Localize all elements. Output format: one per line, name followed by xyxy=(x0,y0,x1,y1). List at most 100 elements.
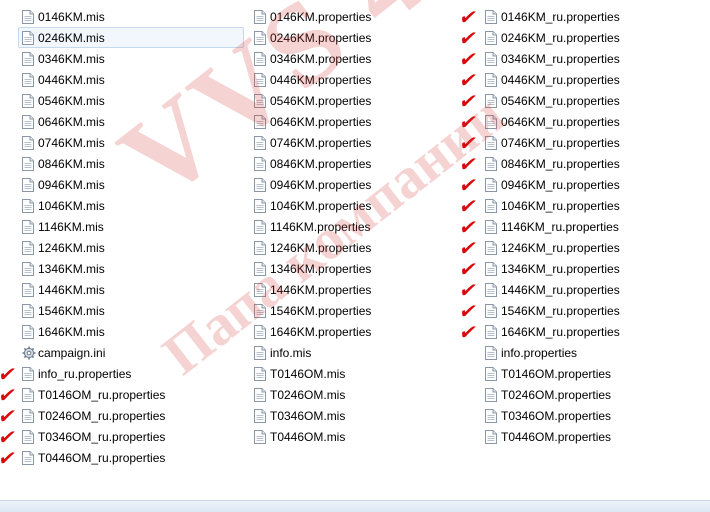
file-item[interactable]: T0446OM_ru.properties ✔ xyxy=(0,446,244,470)
file-item[interactable]: 0246KM.properties xyxy=(250,27,476,48)
file-item[interactable]: 0346KM_ru.properties ✔ xyxy=(457,47,707,71)
file-item[interactable]: campaign.ini xyxy=(18,342,244,363)
file-item[interactable]: 1246KM.properties xyxy=(250,237,476,258)
document-file-icon xyxy=(254,177,266,192)
file-item[interactable]: 1146KM.mis xyxy=(18,216,244,237)
file-item[interactable]: 0746KM.properties xyxy=(250,132,476,153)
document-file-icon xyxy=(485,324,497,339)
file-item[interactable]: 0846KM.properties xyxy=(250,153,476,174)
file-name: 1046KM.properties xyxy=(270,198,372,213)
file-name: 0146KM_ru.properties xyxy=(501,9,620,24)
document-file-icon xyxy=(485,156,497,171)
file-item[interactable]: 1346KM_ru.properties ✔ xyxy=(457,257,707,281)
file-item[interactable]: T0446OM.mis xyxy=(250,426,476,447)
file-item[interactable]: T0246OM_ru.properties ✔ xyxy=(0,404,244,428)
file-item[interactable]: 0146KM.properties xyxy=(250,6,476,27)
file-item[interactable]: 0246KM_ru.properties ✔ xyxy=(457,26,707,50)
file-item[interactable]: 0746KM_ru.properties ✔ xyxy=(457,131,707,155)
file-item[interactable]: 1546KM.properties xyxy=(250,300,476,321)
red-checkmark-icon: ✔ xyxy=(0,362,19,386)
file-item[interactable]: 0946KM_ru.properties ✔ xyxy=(457,173,707,197)
document-file-icon xyxy=(254,345,266,360)
file-item[interactable]: 0646KM_ru.properties ✔ xyxy=(457,110,707,134)
file-name: 0346KM.properties xyxy=(270,51,372,66)
file-item[interactable]: T0146OM.mis xyxy=(250,363,476,384)
document-file-icon xyxy=(22,177,34,192)
file-item[interactable]: 0146KM_ru.properties ✔ xyxy=(457,5,707,29)
red-checkmark-icon: ✔ xyxy=(457,152,480,176)
file-item[interactable]: 0546KM.properties xyxy=(250,90,476,111)
file-item[interactable]: T0346OM.properties xyxy=(481,405,707,426)
document-file-icon xyxy=(22,51,34,66)
document-file-icon xyxy=(485,261,497,276)
file-item[interactable]: 0946KM.properties xyxy=(250,174,476,195)
file-name: 0446KM.mis xyxy=(38,72,105,87)
file-item[interactable]: 1146KM.properties xyxy=(250,216,476,237)
file-item[interactable]: 1046KM.mis xyxy=(18,195,244,216)
file-name: 0146KM.mis xyxy=(38,9,105,24)
file-item[interactable]: info_ru.properties ✔ xyxy=(0,362,244,386)
file-item[interactable]: 1146KM_ru.properties ✔ xyxy=(457,215,707,239)
file-name: 1546KM.mis xyxy=(38,303,105,318)
file-name: 0546KM_ru.properties xyxy=(501,93,620,108)
file-item[interactable]: T0246OM.properties xyxy=(481,384,707,405)
file-item[interactable]: 0346KM.mis xyxy=(18,48,244,69)
file-item[interactable]: 1546KM_ru.properties ✔ xyxy=(457,299,707,323)
file-item[interactable]: info.mis xyxy=(250,342,476,363)
document-file-icon xyxy=(22,408,34,423)
file-item[interactable]: 1646KM_ru.properties ✔ xyxy=(457,320,707,344)
file-item[interactable]: T0446OM.properties xyxy=(481,426,707,447)
file-item[interactable]: 1446KM.mis xyxy=(18,279,244,300)
file-item[interactable]: 0846KM.mis xyxy=(18,153,244,174)
file-item[interactable]: 1646KM.properties xyxy=(250,321,476,342)
document-file-icon xyxy=(22,240,34,255)
settings-file-icon xyxy=(22,346,36,360)
file-item[interactable]: T0146OM.properties xyxy=(481,363,707,384)
document-file-icon xyxy=(485,30,497,45)
file-item[interactable]: 0246KM.mis xyxy=(18,27,244,48)
file-item[interactable]: 1346KM.properties xyxy=(250,258,476,279)
document-file-icon xyxy=(485,93,497,108)
file-item[interactable]: 1646KM.mis xyxy=(18,321,244,342)
file-column-3: 0146KM_ru.properties ✔ 0246KM_ru.propertie… xyxy=(457,5,707,447)
document-file-icon xyxy=(254,30,266,45)
file-name: info.properties xyxy=(501,345,578,360)
file-name: 1346KM.properties xyxy=(270,261,372,276)
file-item[interactable]: 0446KM_ru.properties ✔ xyxy=(457,68,707,92)
file-name: T0246OM.properties xyxy=(501,387,612,402)
file-item[interactable]: T0346OM.mis xyxy=(250,405,476,426)
document-file-icon xyxy=(485,177,497,192)
file-item[interactable]: 0646KM.mis xyxy=(18,111,244,132)
document-file-icon xyxy=(485,51,497,66)
file-item[interactable]: T0346OM_ru.properties ✔ xyxy=(0,425,244,449)
file-item[interactable]: 1446KM_ru.properties ✔ xyxy=(457,278,707,302)
file-item[interactable]: 1246KM_ru.properties ✔ xyxy=(457,236,707,260)
file-name: 0846KM.properties xyxy=(270,156,372,171)
file-item[interactable]: 1046KM.properties xyxy=(250,195,476,216)
file-item[interactable]: 0346KM.properties xyxy=(250,48,476,69)
file-item[interactable]: 1446KM.properties xyxy=(250,279,476,300)
file-item[interactable]: 1046KM_ru.properties ✔ xyxy=(457,194,707,218)
document-file-icon xyxy=(485,282,497,297)
file-item[interactable]: 1346KM.mis xyxy=(18,258,244,279)
file-item[interactable]: 1546KM.mis xyxy=(18,300,244,321)
file-item[interactable]: 0546KM.mis xyxy=(18,90,244,111)
file-item[interactable]: 0446KM.properties xyxy=(250,69,476,90)
file-item[interactable]: 0146KM.mis xyxy=(18,6,244,27)
file-item[interactable]: 1246KM.mis xyxy=(18,237,244,258)
document-file-icon xyxy=(485,408,497,423)
file-item[interactable]: info.properties xyxy=(481,342,707,363)
document-file-icon xyxy=(485,366,497,381)
file-item[interactable]: T0146OM_ru.properties ✔ xyxy=(0,383,244,407)
file-item[interactable]: 0846KM_ru.properties ✔ xyxy=(457,152,707,176)
document-file-icon xyxy=(22,261,34,276)
file-item[interactable]: 0946KM.mis xyxy=(18,174,244,195)
file-item[interactable]: 0446KM.mis xyxy=(18,69,244,90)
file-item[interactable]: 0746KM.mis xyxy=(18,132,244,153)
file-item[interactable]: 0546KM_ru.properties ✔ xyxy=(457,89,707,113)
file-item[interactable]: T0246OM.mis xyxy=(250,384,476,405)
status-bar xyxy=(0,500,710,512)
file-name: T0346OM_ru.properties xyxy=(38,429,166,444)
file-name: 0746KM_ru.properties xyxy=(501,135,620,150)
file-item[interactable]: 0646KM.properties xyxy=(250,111,476,132)
